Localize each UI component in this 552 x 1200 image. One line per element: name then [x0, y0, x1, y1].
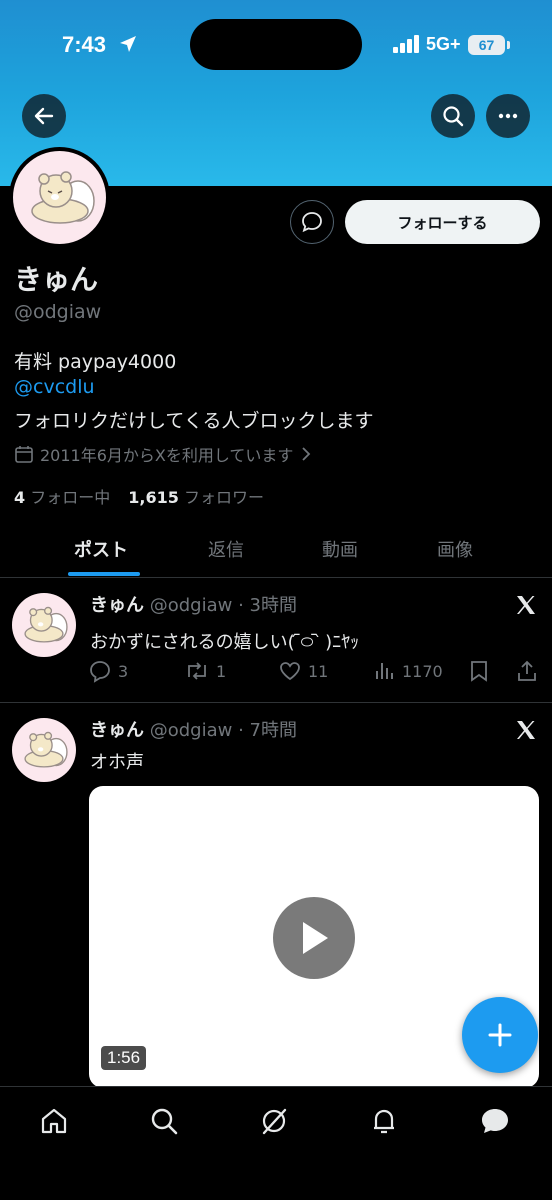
post-author-name[interactable]: きゅん — [90, 595, 144, 616]
post-time: · 3時間 — [238, 595, 297, 616]
reply-icon — [90, 661, 110, 683]
post-author-handle[interactable]: @odgiaw — [150, 595, 233, 616]
location-arrow-icon — [120, 36, 136, 52]
dynamic-island — [190, 19, 362, 70]
battery-tip — [507, 41, 510, 49]
bio-line: 有料 paypay4000 — [14, 351, 177, 373]
post-text: オホ声 — [90, 752, 144, 773]
tab-replies[interactable]: 返信 — [208, 536, 244, 562]
bookmark-button[interactable] — [468, 659, 490, 683]
chevron-right-icon — [302, 447, 311, 461]
nav-notifications[interactable] — [364, 1104, 404, 1138]
share-icon — [518, 660, 536, 681]
more-dots-icon — [498, 113, 518, 119]
post-time: · 7時間 — [238, 720, 297, 741]
bear-character-avatar — [24, 606, 68, 643]
network-type: 5G+ — [426, 34, 461, 54]
followers-count: 1,615 — [128, 488, 179, 507]
message-bubble-icon — [302, 212, 322, 233]
post-avatar[interactable] — [12, 718, 76, 782]
status-bar: 7:43 5G+ 67 — [0, 0, 552, 90]
nav-home[interactable] — [34, 1104, 74, 1138]
repost-button[interactable]: 1 — [184, 659, 226, 683]
x-logo-icon — [517, 721, 535, 739]
follow-counts: 4 フォロー中 1,615 フォロワー — [14, 484, 264, 508]
x-logo-icon — [517, 596, 535, 614]
profile-tabs: ポスト 返信 動画 画像 — [0, 522, 552, 578]
reply-count: 3 — [118, 661, 129, 681]
search-icon — [151, 1108, 178, 1135]
play-button[interactable] — [273, 897, 355, 979]
notifications-icon — [374, 1109, 394, 1134]
tab-images[interactable]: 画像 — [437, 536, 473, 562]
calendar-icon — [15, 446, 33, 463]
home-icon — [41, 1108, 67, 1134]
nav-search[interactable] — [144, 1104, 184, 1138]
following-count: 4 — [14, 488, 26, 507]
signal-icon — [393, 35, 419, 53]
reply-button[interactable]: 3 — [88, 659, 128, 683]
nav-grok[interactable] — [254, 1104, 294, 1138]
bio-mention-link[interactable]: @cvcdlu — [14, 376, 95, 398]
views-count: 1170 — [402, 661, 443, 681]
grok-icon — [262, 1108, 287, 1135]
status-time: 7:43 — [62, 32, 107, 57]
battery-icon: 67 — [468, 35, 505, 55]
compose-post-button[interactable] — [462, 997, 538, 1073]
like-count: 11 — [308, 661, 329, 681]
tab-videos[interactable]: 動画 — [322, 536, 358, 562]
message-button[interactable] — [290, 200, 334, 244]
profile-handle: @odgiaw — [14, 301, 102, 323]
back-arrow-icon — [34, 107, 54, 125]
tab-posts[interactable]: ポスト — [74, 536, 128, 562]
bio-line: フォロリクだけしてくる人ブロックします — [14, 410, 374, 432]
profile-avatar[interactable] — [9, 147, 110, 248]
bear-character-avatar — [24, 731, 68, 768]
more-options-button[interactable] — [486, 94, 530, 138]
views-button[interactable]: 1170 — [372, 659, 443, 683]
repost-icon — [188, 662, 206, 680]
bookmark-icon — [471, 661, 487, 682]
followers-link[interactable]: 1,615 フォロワー — [128, 484, 264, 508]
following-link[interactable]: 4 フォロー中 — [14, 484, 110, 508]
nav-messages[interactable] — [475, 1104, 515, 1138]
post-header: きゅん @odgiaw · 7時間 — [90, 716, 297, 742]
heart-icon — [280, 662, 300, 681]
joined-date[interactable]: 2011年6月からXを利用しています — [14, 442, 313, 466]
following-label: フォロー中 — [30, 488, 111, 507]
like-button[interactable]: 11 — [278, 659, 328, 683]
post-actions: 3 1 11 1170 — [88, 659, 540, 685]
messages-icon — [482, 1109, 508, 1133]
followers-label: フォロワー — [183, 488, 264, 507]
bear-character-avatar — [30, 170, 95, 224]
bottom-navigation — [0, 1086, 552, 1200]
post-author-name[interactable]: きゅん — [90, 720, 144, 741]
repost-count: 1 — [216, 661, 227, 681]
post-header: きゅん @odgiaw · 3時間 — [90, 591, 297, 617]
post-item[interactable]: きゅん @odgiaw · 3時間 おかずにされるの嬉しい( ᷇࿀ ᷆ )ﾆﾔｯ… — [0, 579, 552, 703]
video-duration: 1:56 — [101, 1046, 147, 1070]
profile-display-name: きゅん — [14, 263, 99, 296]
search-icon — [443, 106, 464, 127]
play-icon — [303, 922, 328, 954]
post-avatar[interactable] — [12, 593, 76, 657]
views-chart-icon — [376, 663, 393, 679]
profile-search-button[interactable] — [431, 94, 475, 138]
joined-text: 2011年6月からXを利用しています — [40, 446, 294, 465]
post-author-handle[interactable]: @odgiaw — [150, 720, 233, 741]
back-button[interactable] — [22, 94, 66, 138]
follow-button[interactable]: フォローする — [345, 200, 540, 244]
share-button[interactable] — [515, 659, 539, 683]
plus-icon — [488, 1023, 512, 1047]
active-tab-indicator — [68, 572, 140, 576]
